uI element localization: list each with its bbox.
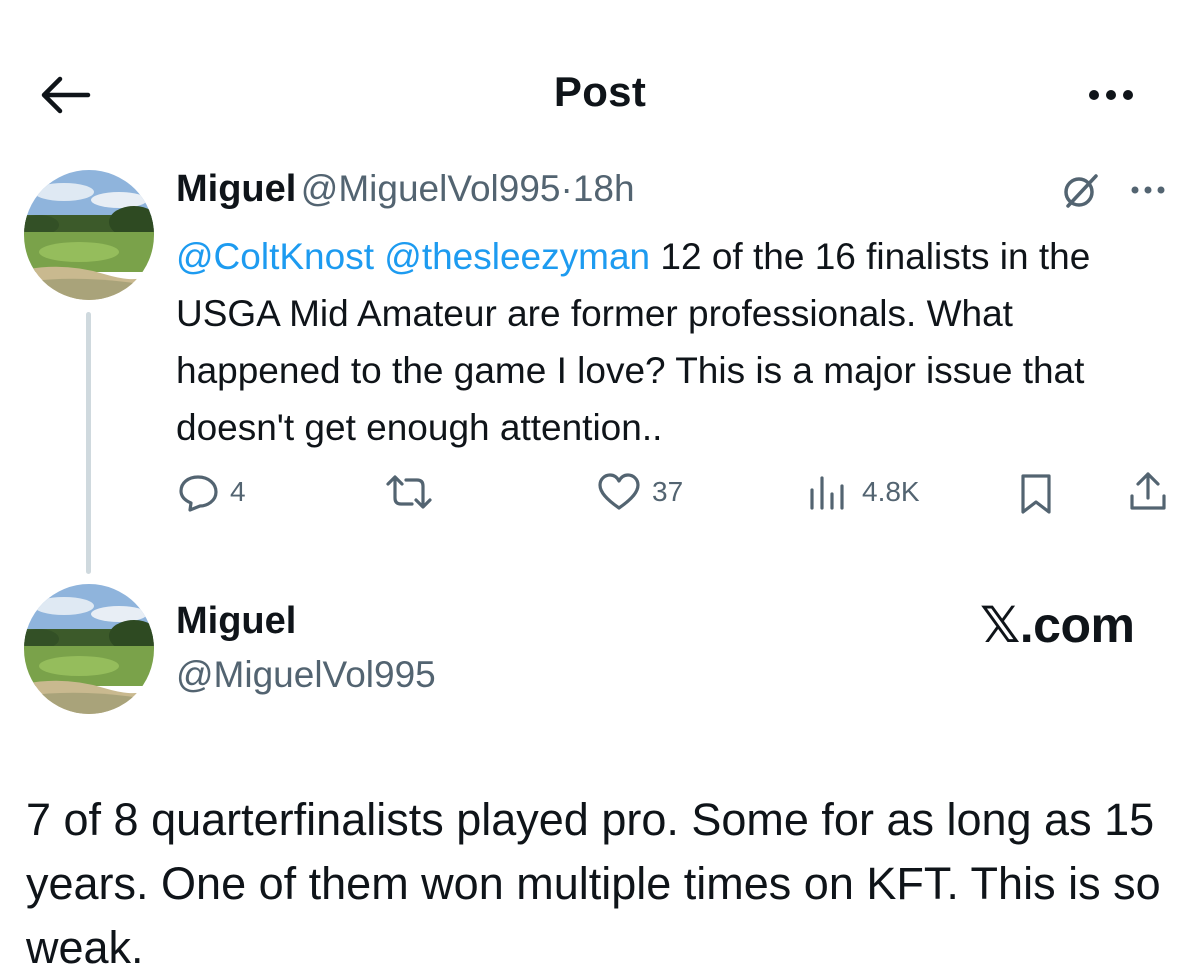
more-options-button[interactable] (1082, 80, 1142, 110)
tweet-more-button[interactable] (1128, 178, 1172, 207)
x-com-watermark: 𝕏.com (980, 597, 1135, 653)
timestamp[interactable]: 18h (573, 168, 635, 209)
heart-icon (598, 473, 640, 510)
bookmark-icon (1021, 474, 1051, 514)
like-button[interactable]: 37 (596, 472, 683, 512)
analytics-bars-icon (810, 476, 844, 510)
avatar[interactable] (24, 584, 154, 714)
avatar[interactable] (24, 170, 154, 300)
author-handle[interactable]: @MiguelVol995 (301, 168, 561, 209)
more-horizontal-icon (1089, 90, 1133, 100)
reply-button[interactable]: 4 (176, 472, 246, 512)
views-button[interactable]: 4.8K (806, 472, 920, 512)
share-icon (1130, 472, 1166, 510)
golf-course-avatar-image (24, 170, 154, 300)
page-title: Post (553, 68, 647, 115)
like-count: 37 (652, 476, 684, 507)
author-name[interactable]: Miguel (176, 600, 296, 643)
author-name[interactable]: Miguel (176, 168, 296, 210)
author-handle[interactable]: @MiguelVol995 (176, 654, 436, 696)
reply-tweet-header: Miguel @MiguelVol995·18h (176, 168, 635, 211)
thread-line (86, 312, 91, 574)
dot-separator: · (560, 168, 573, 209)
grok-icon (1064, 174, 1098, 208)
mention-link[interactable]: @ColtKnost (176, 236, 374, 277)
more-horizontal-icon (1131, 186, 1165, 194)
mention-link[interactable]: @thesleezyman (384, 236, 650, 277)
main-tweet-text: 7 of 8 quarterfinalists played pro. Some… (26, 794, 1161, 973)
reply-icon (179, 475, 218, 512)
reply-count: 4 (230, 476, 246, 507)
share-button[interactable] (1126, 470, 1180, 514)
bookmark-button[interactable] (1016, 472, 1066, 516)
grok-button[interactable] (1058, 168, 1104, 219)
retweet-icon (386, 475, 432, 509)
retweet-button[interactable] (382, 472, 446, 512)
reply-tweet-text: @ColtKnost @thesleezyman 12 of the 16 fi… (176, 228, 1186, 456)
golf-course-avatar-image (24, 584, 154, 714)
views-count: 4.8K (862, 476, 920, 507)
